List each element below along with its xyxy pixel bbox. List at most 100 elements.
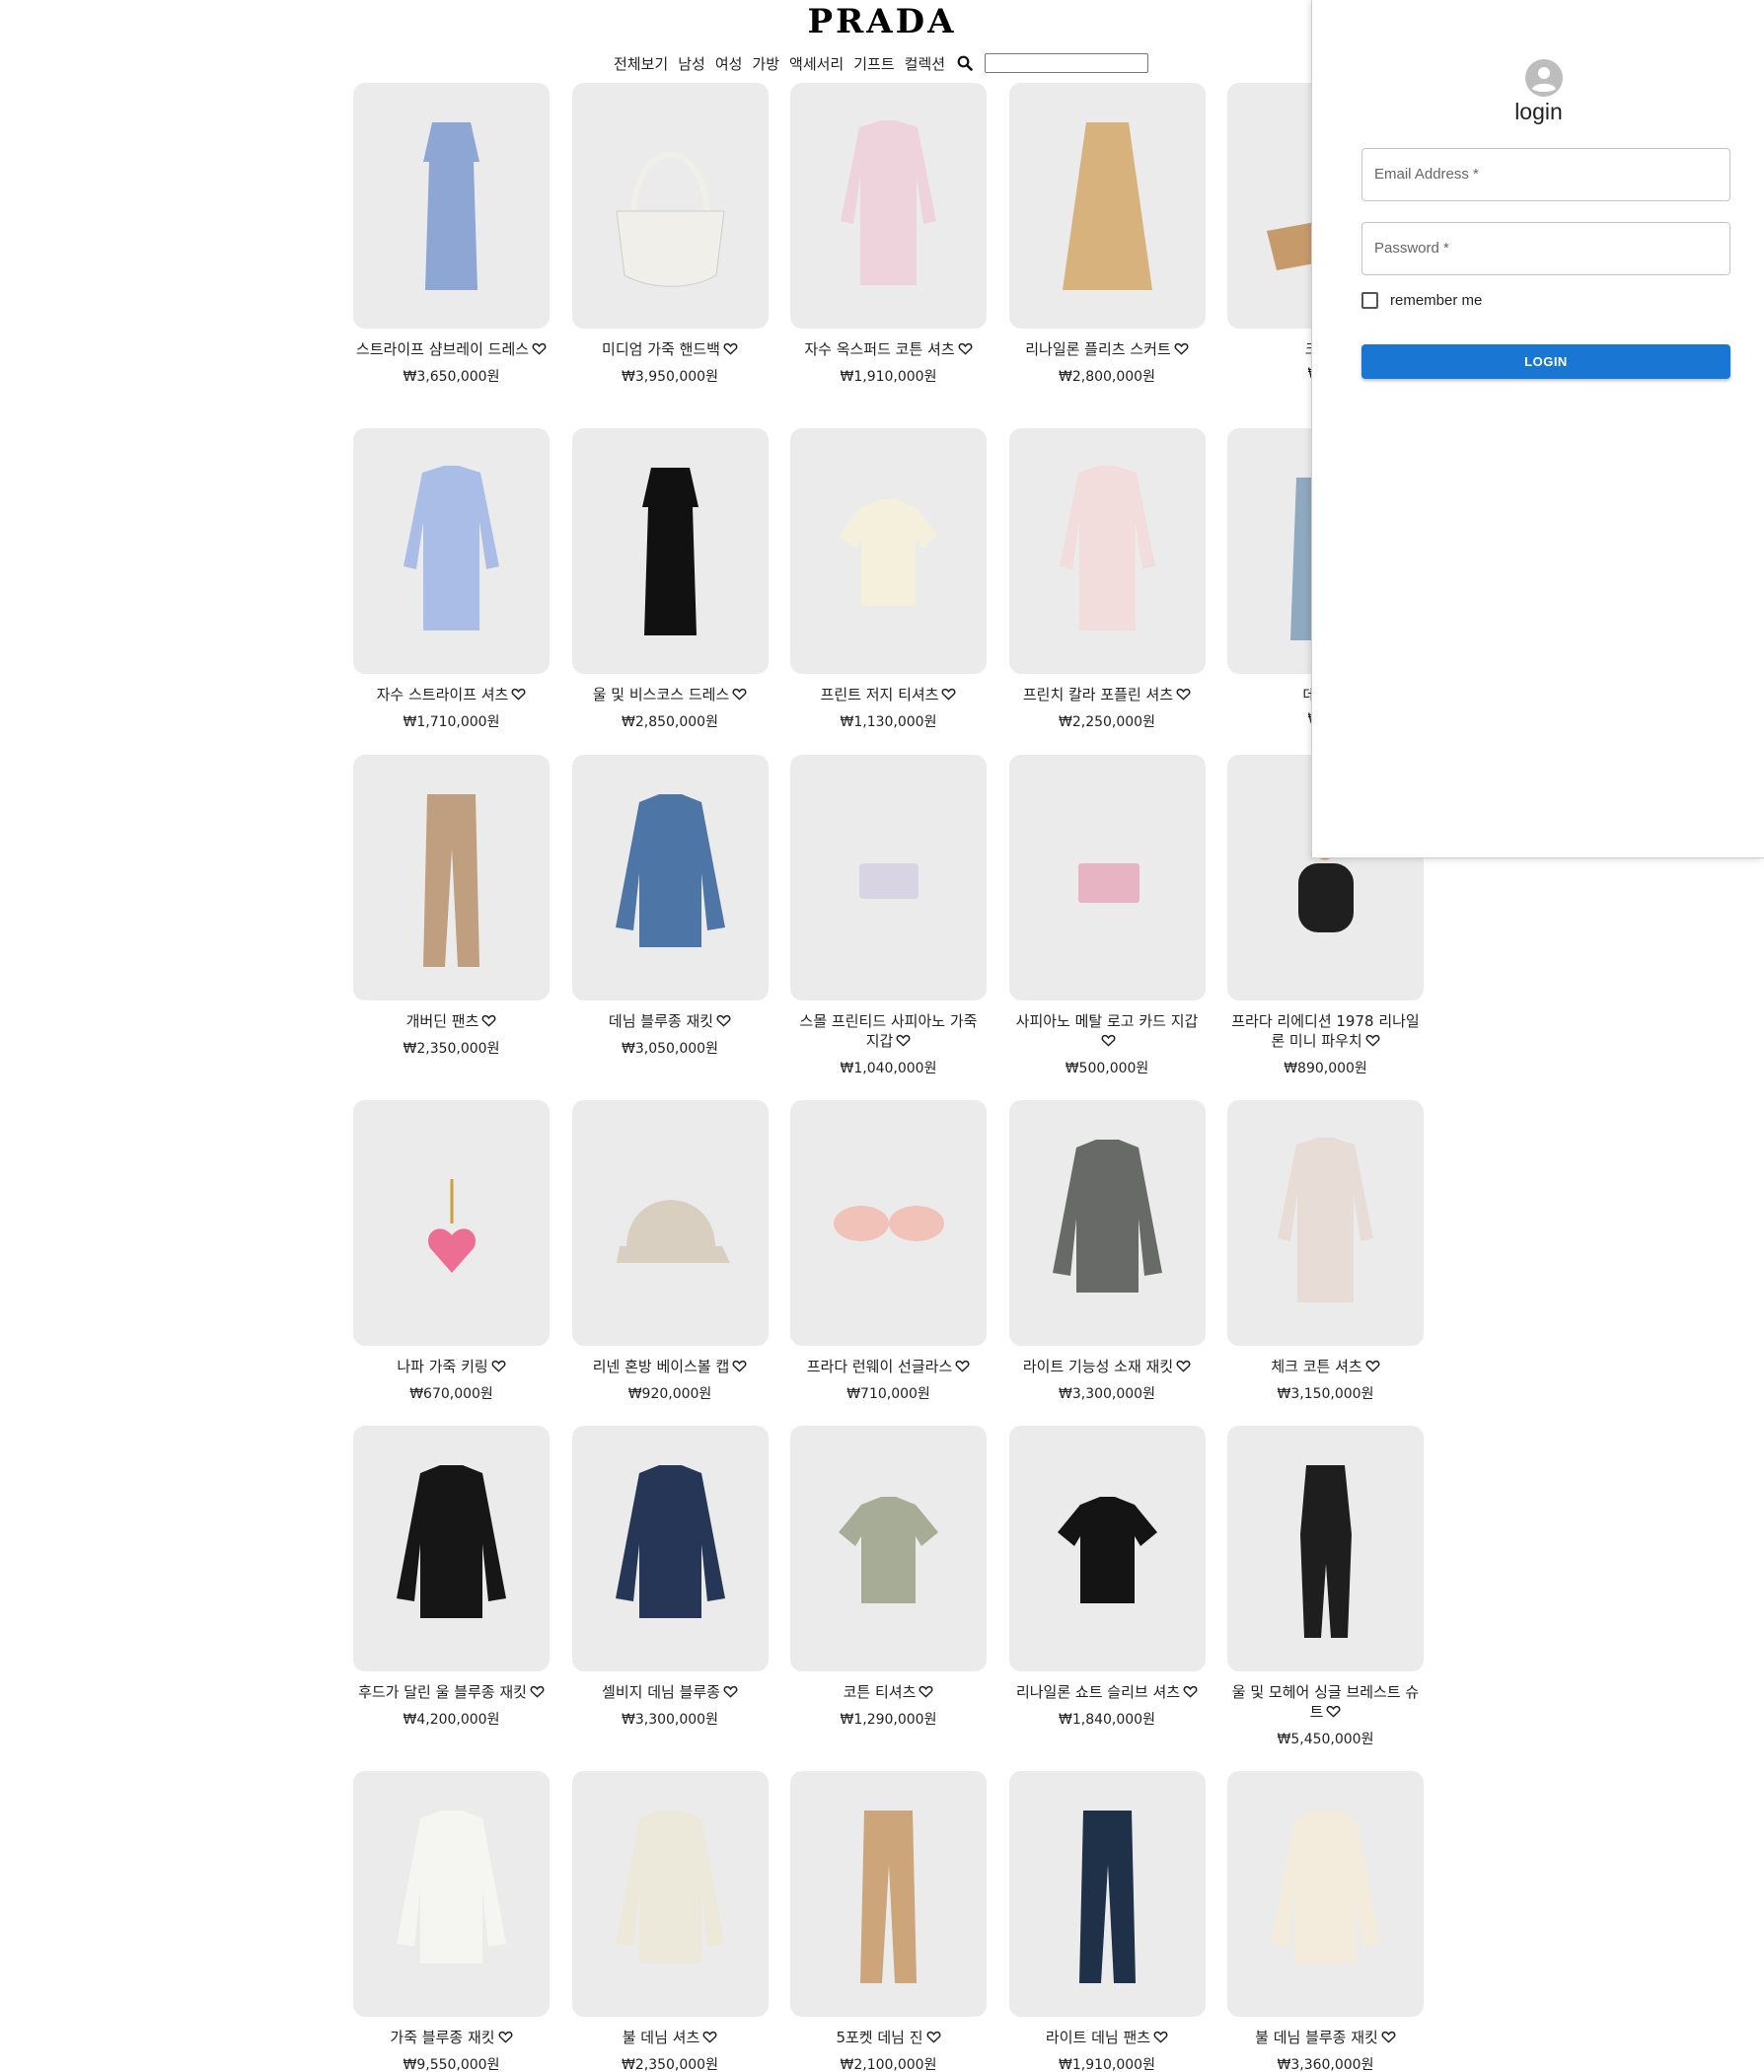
email-field[interactable]: Email Address * — [1361, 148, 1730, 201]
product-image[interactable] — [353, 1100, 550, 1346]
product-name[interactable]: 울 및 비스코스 드레스 — [572, 685, 769, 704]
product-name[interactable]: 울 및 모헤어 싱글 브레스트 슈트 — [1227, 1682, 1424, 1722]
nav-item-women[interactable]: 여성 — [715, 53, 743, 74]
product-name[interactable]: 셀비지 데님 블루종 — [572, 1682, 769, 1702]
product-name[interactable]: 프린트 저지 티셔츠 — [790, 685, 987, 704]
product-image[interactable] — [353, 1426, 550, 1671]
remember-me-checkbox[interactable] — [1361, 292, 1378, 309]
product-image[interactable] — [1008, 1100, 1206, 1346]
product-name[interactable]: 프린치 칼라 포플린 셔츠 — [1009, 685, 1206, 704]
product-name[interactable]: 후드가 달린 울 블루종 재킷 — [353, 1682, 550, 1702]
product-card[interactable]: 리넨 혼방 베이스볼 캡 ₩920,000원 — [571, 1100, 769, 1403]
product-name[interactable]: 미디엄 가죽 핸드백 — [572, 339, 769, 359]
product-name[interactable]: 개버딘 팬츠 — [353, 1011, 550, 1031]
product-name[interactable]: 코튼 티셔츠 — [790, 1682, 987, 1702]
product-name[interactable]: 자수 스트라이프 셔츠 — [353, 685, 550, 704]
product-card[interactable]: 라이트 데님 팬츠 ₩1,910,000원 — [1008, 1771, 1206, 2072]
heart-icon[interactable] — [941, 688, 956, 701]
product-image[interactable] — [571, 428, 769, 674]
product-name[interactable]: 라이트 기능성 소재 재킷 — [1009, 1357, 1206, 1376]
product-image[interactable] — [790, 1426, 987, 1671]
product-card[interactable]: 리나일론 쇼트 슬리브 셔츠 ₩1,840,000원 — [1008, 1426, 1206, 1729]
search-input[interactable] — [985, 53, 1149, 73]
heart-icon[interactable] — [723, 342, 738, 355]
product-image[interactable] — [1008, 428, 1206, 674]
product-name[interactable]: 체크 코튼 셔츠 — [1227, 1357, 1424, 1376]
product-image[interactable] — [1227, 1100, 1424, 1346]
product-image[interactable] — [571, 1426, 769, 1671]
product-name[interactable]: 불 데님 셔츠 — [572, 2028, 769, 2047]
product-image[interactable] — [790, 428, 987, 674]
heart-icon[interactable] — [498, 2031, 513, 2043]
product-image[interactable] — [790, 755, 987, 1000]
product-name[interactable]: 프라다 리에디션 1978 리나일론 미니 파우치 — [1227, 1011, 1424, 1051]
heart-icon[interactable] — [702, 2031, 717, 2043]
nav-item-accessories[interactable]: 액세서리 — [789, 53, 844, 74]
heart-icon[interactable] — [926, 2031, 941, 2043]
heart-icon[interactable] — [896, 1034, 911, 1047]
product-image[interactable] — [353, 1771, 550, 2017]
heart-icon[interactable] — [1183, 1685, 1198, 1698]
product-name[interactable]: 가죽 블루종 재킷 — [353, 2028, 550, 2047]
product-image[interactable] — [353, 755, 550, 1000]
nav-item-collection[interactable]: 컬렉션 — [905, 53, 945, 74]
product-card[interactable]: 울 및 모헤어 싱글 브레스트 슈트 ₩5,450,000원 — [1227, 1426, 1424, 1748]
product-name[interactable]: 사피아노 메탈 로고 카드 지갑 — [1009, 1011, 1206, 1051]
heart-icon[interactable] — [1176, 688, 1191, 701]
product-card[interactable]: 불 데님 블루종 재킷 ₩3,360,000원 — [1227, 1771, 1424, 2072]
product-card[interactable]: 프린치 칼라 포플린 셔츠 ₩2,250,000원 — [1008, 428, 1206, 731]
product-name[interactable]: 프라다 런웨이 선글라스 — [790, 1357, 987, 1376]
heart-icon[interactable] — [723, 1685, 738, 1698]
nav-item-men[interactable]: 남성 — [678, 53, 705, 74]
product-card[interactable]: 개버딘 팬츠 ₩2,350,000원 — [353, 755, 550, 1058]
product-image[interactable] — [790, 83, 987, 329]
heart-icon[interactable] — [530, 1685, 545, 1698]
product-name[interactable]: 리나일론 플리츠 스커트 — [1009, 339, 1206, 359]
product-card[interactable]: 코튼 티셔츠 ₩1,290,000원 — [790, 1426, 987, 1729]
product-image[interactable] — [1008, 755, 1206, 1000]
product-name[interactable]: 불 데님 블루종 재킷 — [1227, 2028, 1424, 2047]
heart-icon[interactable] — [511, 688, 526, 701]
heart-icon[interactable] — [1365, 1360, 1380, 1372]
heart-icon[interactable] — [958, 342, 973, 355]
product-card[interactable]: 나파 가죽 키링 ₩670,000원 — [353, 1100, 550, 1403]
product-image[interactable] — [353, 83, 550, 329]
product-card[interactable]: 스몰 프린티드 사피아노 가죽 지갑 ₩1,040,000원 — [790, 755, 987, 1077]
product-card[interactable]: 데님 블루종 재킷 ₩3,050,000원 — [571, 755, 769, 1058]
product-image[interactable] — [1008, 1771, 1206, 2017]
product-card[interactable]: 후드가 달린 울 블루종 재킷 ₩4,200,000원 — [353, 1426, 550, 1729]
nav-item-gifts[interactable]: 기프트 — [853, 53, 894, 74]
nav-item-bags[interactable]: 가방 — [752, 53, 779, 74]
product-card[interactable]: 자수 옥스퍼드 코튼 셔츠 ₩1,910,000원 — [790, 83, 987, 386]
product-image[interactable] — [790, 1100, 987, 1346]
product-name[interactable]: 스트라이프 샴브레이 드레스 — [353, 339, 550, 359]
heart-icon[interactable] — [532, 342, 547, 355]
password-field[interactable]: Password * — [1361, 222, 1730, 275]
product-image[interactable] — [1227, 1771, 1424, 2017]
nav-item-all[interactable]: 전체보기 — [614, 53, 668, 74]
product-image[interactable] — [353, 428, 550, 674]
heart-icon[interactable] — [732, 1360, 747, 1372]
product-image[interactable] — [1227, 1426, 1424, 1671]
product-card[interactable]: 스트라이프 샴브레이 드레스 ₩3,650,000원 — [353, 83, 550, 386]
product-name[interactable]: 데님 블루종 재킷 — [572, 1011, 769, 1031]
product-name[interactable]: 5포켓 데님 진 — [790, 2028, 987, 2047]
product-card[interactable]: 체크 코튼 셔츠 ₩3,150,000원 — [1227, 1100, 1424, 1403]
heart-icon[interactable] — [481, 1014, 496, 1027]
product-name[interactable]: 리넨 혼방 베이스볼 캡 — [572, 1357, 769, 1376]
product-name[interactable]: 스몰 프린티드 사피아노 가죽 지갑 — [790, 1011, 987, 1051]
product-image[interactable] — [1008, 83, 1206, 329]
product-image[interactable] — [1008, 1426, 1206, 1671]
heart-icon[interactable] — [1326, 1705, 1341, 1718]
product-name[interactable]: 리나일론 쇼트 슬리브 셔츠 — [1009, 1682, 1206, 1702]
search-icon[interactable] — [957, 55, 973, 71]
heart-icon[interactable] — [1101, 1034, 1116, 1047]
heart-icon[interactable] — [1174, 342, 1189, 355]
login-button[interactable]: LOGIN — [1361, 344, 1730, 379]
product-card[interactable]: 불 데님 셔츠 ₩2,350,000원 — [571, 1771, 769, 2072]
heart-icon[interactable] — [732, 688, 747, 701]
product-card[interactable]: 프라다 런웨이 선글라스 ₩710,000원 — [790, 1100, 987, 1403]
product-image[interactable] — [571, 1100, 769, 1346]
product-card[interactable]: 사피아노 메탈 로고 카드 지갑 ₩500,000원 — [1008, 755, 1206, 1077]
remember-me-row[interactable]: remember me — [1361, 292, 1482, 309]
